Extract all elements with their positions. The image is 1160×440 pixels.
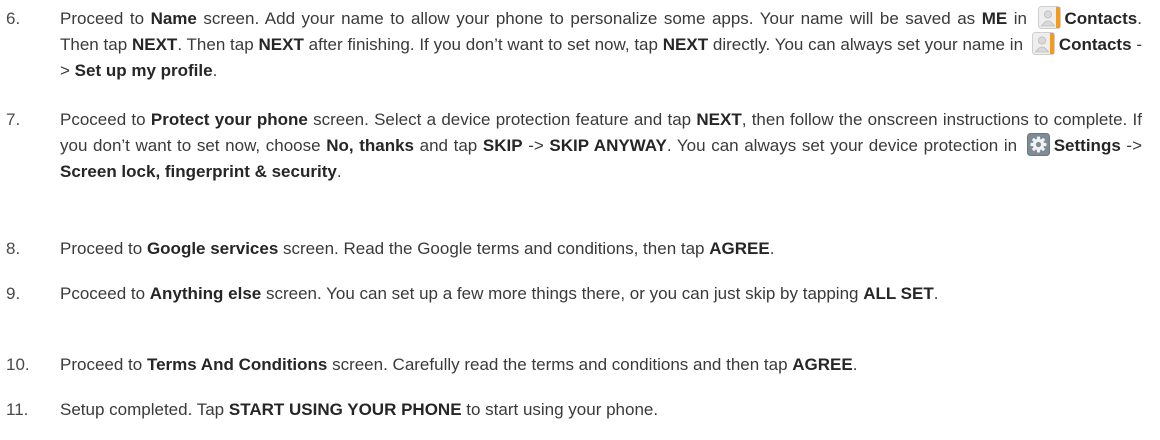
- step-number: 11.: [6, 400, 29, 419]
- step-text: Proceed to Google services screen. Read …: [60, 239, 775, 258]
- step-number: 10.: [6, 355, 30, 374]
- screen-name: Name: [150, 9, 197, 28]
- settings-gear-icon: [1026, 133, 1050, 156]
- step-number: 8.: [6, 239, 21, 258]
- step-number: 7.: [6, 110, 21, 129]
- contacts-icon: [1031, 32, 1055, 55]
- step-text: Setup completed. Tap START USING YOUR PH…: [60, 400, 659, 419]
- instructions-document: 6. Proceed to Name screen. Add your name…: [0, 0, 1160, 440]
- step-text: Pcoceed to Protect your phone screen. Se…: [60, 110, 1142, 181]
- step-text: Proceed to Terms And Conditions screen. …: [60, 355, 858, 374]
- contacts-icon: [1037, 6, 1061, 29]
- step-number: 9.: [6, 284, 21, 303]
- step-text: Pcoceed to Anything else screen. You can…: [60, 284, 939, 303]
- step-number: 6.: [6, 9, 21, 28]
- step-text: Proceed to Name screen. Add your name to…: [60, 6, 1142, 84]
